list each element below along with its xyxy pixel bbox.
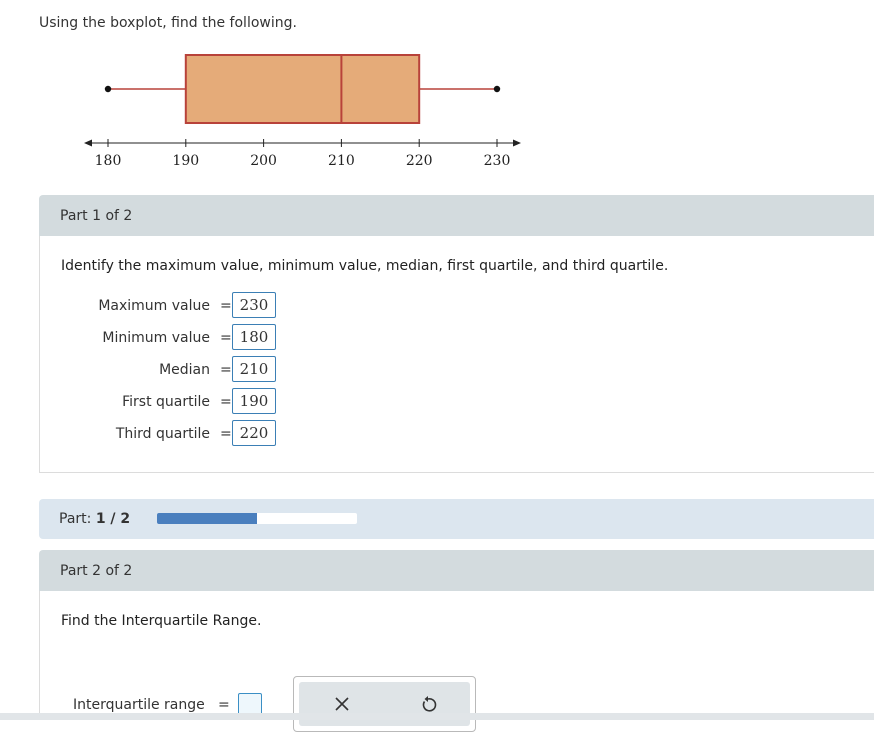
equals-sign: =	[220, 394, 232, 410]
maximum-answer-field[interactable]: 230	[232, 292, 276, 318]
question-prompt: Using the boxplot, find the following.	[39, 15, 297, 31]
equals-sign: =	[220, 298, 232, 314]
boxplot-chart: 180 190 200 210 220 230	[84, 54, 521, 169]
part2-body: Find the Interquartile Range. Interquart…	[39, 591, 874, 732]
equals-sign: =	[220, 426, 232, 442]
iqr-label: Interquartile range	[73, 697, 205, 713]
part1-header-label: Part 1 of 2	[60, 208, 133, 224]
equals-sign: =	[220, 362, 232, 378]
median-answer-field[interactable]: 210	[232, 356, 276, 382]
answer-row-first-quartile: First quartile = 190	[40, 388, 440, 416]
min-point	[104, 85, 112, 93]
close-icon[interactable]	[331, 693, 353, 715]
tick-label-200: 200	[250, 153, 277, 169]
minimum-answer-field[interactable]: 180	[232, 324, 276, 350]
answer-row-median: Median = 210	[40, 356, 440, 384]
equals-sign: =	[218, 697, 230, 713]
progress-band: Part: 1 / 2	[39, 499, 874, 539]
progress-bar-fill	[157, 513, 257, 524]
progress-bar	[157, 513, 357, 524]
answer-row-third-quartile: Third quartile = 220	[40, 420, 440, 448]
answer-tools	[293, 676, 476, 732]
progress-value: 1 / 2	[95, 511, 131, 527]
tick-label-180: 180	[95, 153, 122, 169]
left-arrow-icon	[84, 139, 92, 147]
part2-header: Part 2 of 2	[39, 550, 874, 591]
part2-header-label: Part 2 of 2	[60, 563, 133, 579]
bottom-scroll-strip	[0, 713, 874, 720]
first-quartile-answer-field[interactable]: 190	[232, 388, 276, 414]
progress-label: Part: 1 / 2	[59, 511, 130, 527]
tick-label-220: 220	[406, 153, 433, 169]
progress-prefix: Part:	[59, 511, 92, 527]
maximum-label: Maximum value	[98, 298, 210, 314]
iqr-box	[184, 54, 421, 124]
third-quartile-answer-field[interactable]: 220	[232, 420, 276, 446]
undo-icon[interactable]	[417, 693, 439, 715]
answer-row-maximum: Maximum value = 230	[40, 292, 440, 320]
tick-label-190: 190	[172, 153, 199, 169]
minimum-label: Minimum value	[102, 330, 210, 346]
right-arrow-icon	[513, 139, 521, 147]
answer-row-minimum: Minimum value = 180	[40, 324, 440, 352]
tick-label-230: 230	[484, 153, 511, 169]
max-point	[493, 85, 501, 93]
part2-instruction: Find the Interquartile Range.	[61, 613, 262, 629]
part1-header: Part 1 of 2	[39, 195, 874, 236]
tick-label-210: 210	[328, 153, 355, 169]
third-quartile-label: Third quartile	[115, 426, 210, 442]
first-quartile-label: First quartile	[122, 394, 210, 410]
part1-instruction: Identify the maximum value, minimum valu…	[61, 258, 669, 274]
equals-sign: =	[220, 330, 232, 346]
median-label: Median	[159, 362, 210, 378]
part1-body: Identify the maximum value, minimum valu…	[39, 236, 874, 473]
